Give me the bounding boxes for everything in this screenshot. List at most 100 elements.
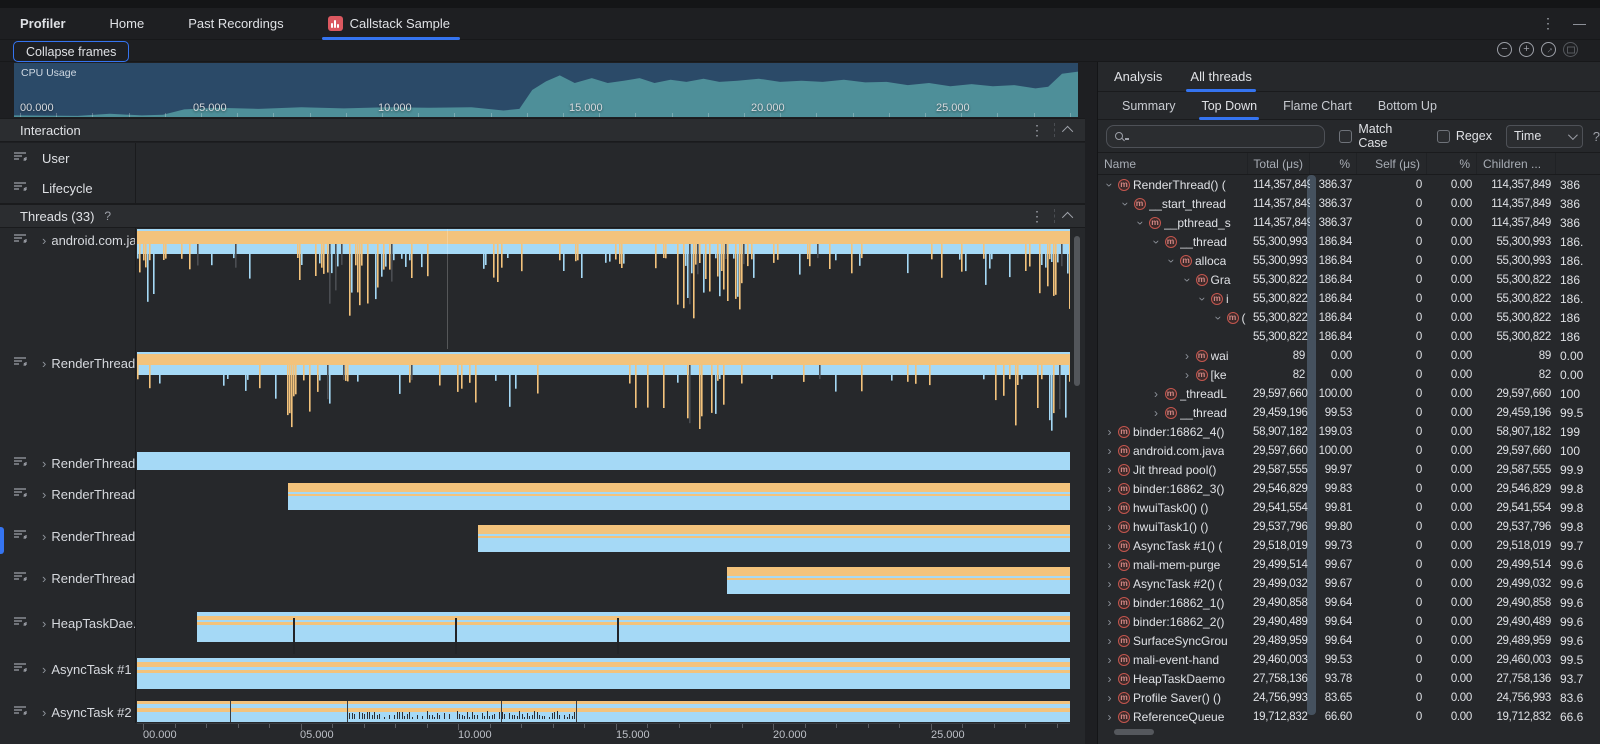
chevron-collapsed-icon[interactable]: › bbox=[1104, 425, 1115, 439]
thread-label[interactable]: ›AsyncTask #1 bbox=[0, 662, 135, 677]
tab-top-down[interactable]: Top Down bbox=[1201, 92, 1257, 120]
chevron-expanded-icon[interactable]: › bbox=[1103, 179, 1117, 190]
table-row[interactable]: ›mmali-event-hand29,460,00399.5300.0029,… bbox=[1098, 650, 1600, 669]
chevron-right-icon[interactable]: › bbox=[42, 233, 46, 248]
chevron-right-icon[interactable]: › bbox=[42, 662, 46, 677]
col-total-pct[interactable]: % bbox=[1310, 153, 1357, 174]
table-row[interactable]: ›mhwuiTask0() ()29,541,55499.8100.0029,5… bbox=[1098, 498, 1600, 517]
thread-label[interactable]: ›android.com.ja... bbox=[0, 233, 135, 248]
table-row[interactable]: ›m(55,300,822186.8400.0055,300,822186 bbox=[1098, 308, 1600, 327]
chevron-collapsed-icon[interactable]: › bbox=[1104, 539, 1115, 553]
filter-help-icon[interactable]: ? bbox=[1593, 129, 1600, 144]
table-row[interactable]: ›m__start_thread114,357,849386.3700.0011… bbox=[1098, 194, 1600, 213]
cpu-usage-chart[interactable]: CPU Usage 00.00005.00010.00015.00020.000… bbox=[14, 63, 1078, 117]
table-row[interactable]: ›mbinder:16862_2()29,490,48999.6400.0029… bbox=[1098, 612, 1600, 631]
table-row[interactable]: ›malloca55,300,993186.8400.0055,300,9931… bbox=[1098, 251, 1600, 270]
chevron-collapsed-icon[interactable]: › bbox=[1151, 387, 1162, 401]
chevron-right-icon[interactable]: › bbox=[42, 529, 46, 544]
collapse-section-icon[interactable] bbox=[1062, 126, 1073, 137]
thread-track[interactable]: ›AsyncTask #2 bbox=[0, 701, 1085, 722]
thread-label[interactable]: ›RenderThread bbox=[0, 571, 135, 586]
chevron-collapsed-icon[interactable]: › bbox=[1104, 558, 1115, 572]
search-input[interactable] bbox=[1131, 128, 1281, 144]
table-row[interactable]: ›m__thread29,459,19699.5300.0029,459,196… bbox=[1098, 403, 1600, 422]
table-row[interactable]: 55,300,822186.8400.0055,300,822186 bbox=[1098, 327, 1600, 346]
zoom-out-icon[interactable] bbox=[1497, 42, 1512, 57]
match-case-checkbox[interactable] bbox=[1339, 130, 1352, 143]
thread-label[interactable]: ›RenderThread bbox=[0, 487, 135, 502]
chevron-collapsed-icon[interactable]: › bbox=[1182, 368, 1193, 382]
chevron-right-icon[interactable]: › bbox=[42, 705, 46, 720]
chevron-right-icon[interactable]: › bbox=[42, 356, 46, 371]
collapse-section-icon[interactable] bbox=[1062, 212, 1073, 223]
chevron-expanded-icon[interactable]: › bbox=[1149, 236, 1163, 247]
chevron-expanded-icon[interactable]: › bbox=[1211, 312, 1225, 323]
thread-tracks-area[interactable]: ›AsyncTask #2 ›AsyncTask #1 ›HeapTaskDae..… bbox=[0, 228, 1085, 744]
col-self[interactable]: Self (μs) bbox=[1357, 153, 1427, 174]
table-row[interactable]: ›m__pthread_s114,357,849386.3700.00114,3… bbox=[1098, 213, 1600, 232]
thread-track[interactable]: ›AsyncTask #1 bbox=[0, 658, 1085, 689]
chevron-collapsed-icon[interactable]: › bbox=[1151, 406, 1162, 420]
tab-flame-chart[interactable]: Flame Chart bbox=[1283, 92, 1352, 120]
table-row[interactable]: ›m[ke820.0000.00820.00 bbox=[1098, 365, 1600, 384]
chevron-expanded-icon[interactable]: › bbox=[1196, 293, 1210, 304]
tab-summary[interactable]: Summary bbox=[1122, 92, 1175, 120]
thread-label[interactable]: ›RenderThread bbox=[0, 356, 135, 371]
threads-help-icon[interactable]: ? bbox=[104, 209, 111, 223]
col-self-pct[interactable]: % bbox=[1427, 153, 1477, 174]
table-row[interactable]: ›mReferenceQueue19,712,83266.6000.0019,7… bbox=[1098, 707, 1600, 726]
table-row[interactable]: ›m__thread55,300,993186.8400.0055,300,99… bbox=[1098, 232, 1600, 251]
table-row[interactable]: ›mGra55,300,822186.8400.0055,300,822186 bbox=[1098, 270, 1600, 289]
table-row[interactable]: ›mbinder:16862_3()29,546,82999.8300.0029… bbox=[1098, 479, 1600, 498]
interaction-kebab-icon[interactable]: ⋮ bbox=[1030, 122, 1044, 139]
thread-track[interactable]: ›HeapTaskDae... bbox=[0, 612, 1085, 642]
table-row[interactable]: ›mhwuiTask1() ()29,537,79699.8000.0029,5… bbox=[1098, 517, 1600, 536]
thread-label[interactable]: ›RenderThread bbox=[0, 456, 135, 471]
thread-label[interactable]: ›HeapTaskDae... bbox=[0, 616, 135, 631]
col-children[interactable]: Children ... bbox=[1477, 153, 1556, 174]
zoom-in-icon[interactable] bbox=[1519, 42, 1534, 57]
table-row[interactable]: ›m_threadL29,597,660100.0000.0029,597,66… bbox=[1098, 384, 1600, 403]
chevron-right-icon[interactable]: › bbox=[42, 487, 46, 502]
chevron-expanded-icon[interactable]: › bbox=[1180, 274, 1194, 285]
thread-label[interactable]: ›RenderThread bbox=[0, 529, 135, 544]
threads-section-header[interactable]: Threads (33) ? ⋮ bbox=[0, 204, 1085, 228]
chevron-collapsed-icon[interactable]: › bbox=[1104, 444, 1115, 458]
tab-analysis[interactable]: Analysis bbox=[1114, 62, 1162, 92]
thread-track[interactable]: ›RenderThread bbox=[0, 567, 1085, 594]
interaction-section-header[interactable]: Interaction ⋮ bbox=[0, 118, 1085, 142]
time-filter-dropdown[interactable]: Time bbox=[1506, 125, 1583, 148]
threads-kebab-icon[interactable]: ⋮ bbox=[1030, 208, 1044, 225]
interaction-row-user[interactable]: User bbox=[0, 143, 1085, 173]
chevron-collapsed-icon[interactable]: › bbox=[1182, 349, 1193, 363]
tab-all-threads[interactable]: All threads bbox=[1190, 62, 1251, 92]
table-row[interactable]: ›mProfile Saver() ()24,756,99383.6500.00… bbox=[1098, 688, 1600, 707]
table-row[interactable]: ›mAsyncTask #2() (29,499,03299.6700.0029… bbox=[1098, 574, 1600, 593]
tab-home[interactable]: Home bbox=[110, 8, 145, 40]
tabbar-kebab-icon[interactable]: ⋮ bbox=[1541, 15, 1555, 32]
chevron-collapsed-icon[interactable]: › bbox=[1104, 653, 1115, 667]
interaction-row-lifecycle[interactable]: Lifecycle bbox=[0, 173, 1085, 204]
tab-bottom-up[interactable]: Bottom Up bbox=[1378, 92, 1437, 120]
chevron-collapsed-icon[interactable]: › bbox=[1104, 482, 1115, 496]
thread-track[interactable]: ›RenderThread bbox=[0, 525, 1085, 552]
table-row[interactable]: ›mRenderThread() (114,357,849386.3700.00… bbox=[1098, 175, 1600, 194]
tab-callstack-sample[interactable]: Callstack Sample bbox=[328, 8, 450, 40]
chevron-collapsed-icon[interactable]: › bbox=[1104, 710, 1115, 724]
chevron-collapsed-icon[interactable]: › bbox=[1104, 463, 1115, 477]
minimize-icon[interactable]: — bbox=[1573, 16, 1586, 31]
thread-track[interactable]: ›android.com.ja... bbox=[0, 229, 1085, 350]
chevron-expanded-icon[interactable]: › bbox=[1165, 255, 1179, 266]
chevron-collapsed-icon[interactable]: › bbox=[1104, 615, 1115, 629]
chevron-collapsed-icon[interactable]: › bbox=[1104, 596, 1115, 610]
table-horizontal-scrollbar[interactable] bbox=[1114, 729, 1154, 735]
chevron-right-icon[interactable]: › bbox=[42, 571, 46, 586]
thread-track[interactable]: ›RenderThread bbox=[0, 483, 1085, 510]
tab-past-recordings[interactable]: Past Recordings bbox=[188, 8, 283, 40]
chevron-collapsed-icon[interactable]: › bbox=[1104, 577, 1115, 591]
chevron-right-icon[interactable]: › bbox=[42, 456, 46, 471]
chevron-expanded-icon[interactable]: › bbox=[1118, 198, 1132, 209]
thread-label[interactable]: ›AsyncTask #2 bbox=[0, 705, 135, 720]
table-row[interactable]: ›mJit thread pool()29,587,55599.9700.002… bbox=[1098, 460, 1600, 479]
table-row[interactable]: ›mandroid.com.java29,597,660100.0000.002… bbox=[1098, 441, 1600, 460]
